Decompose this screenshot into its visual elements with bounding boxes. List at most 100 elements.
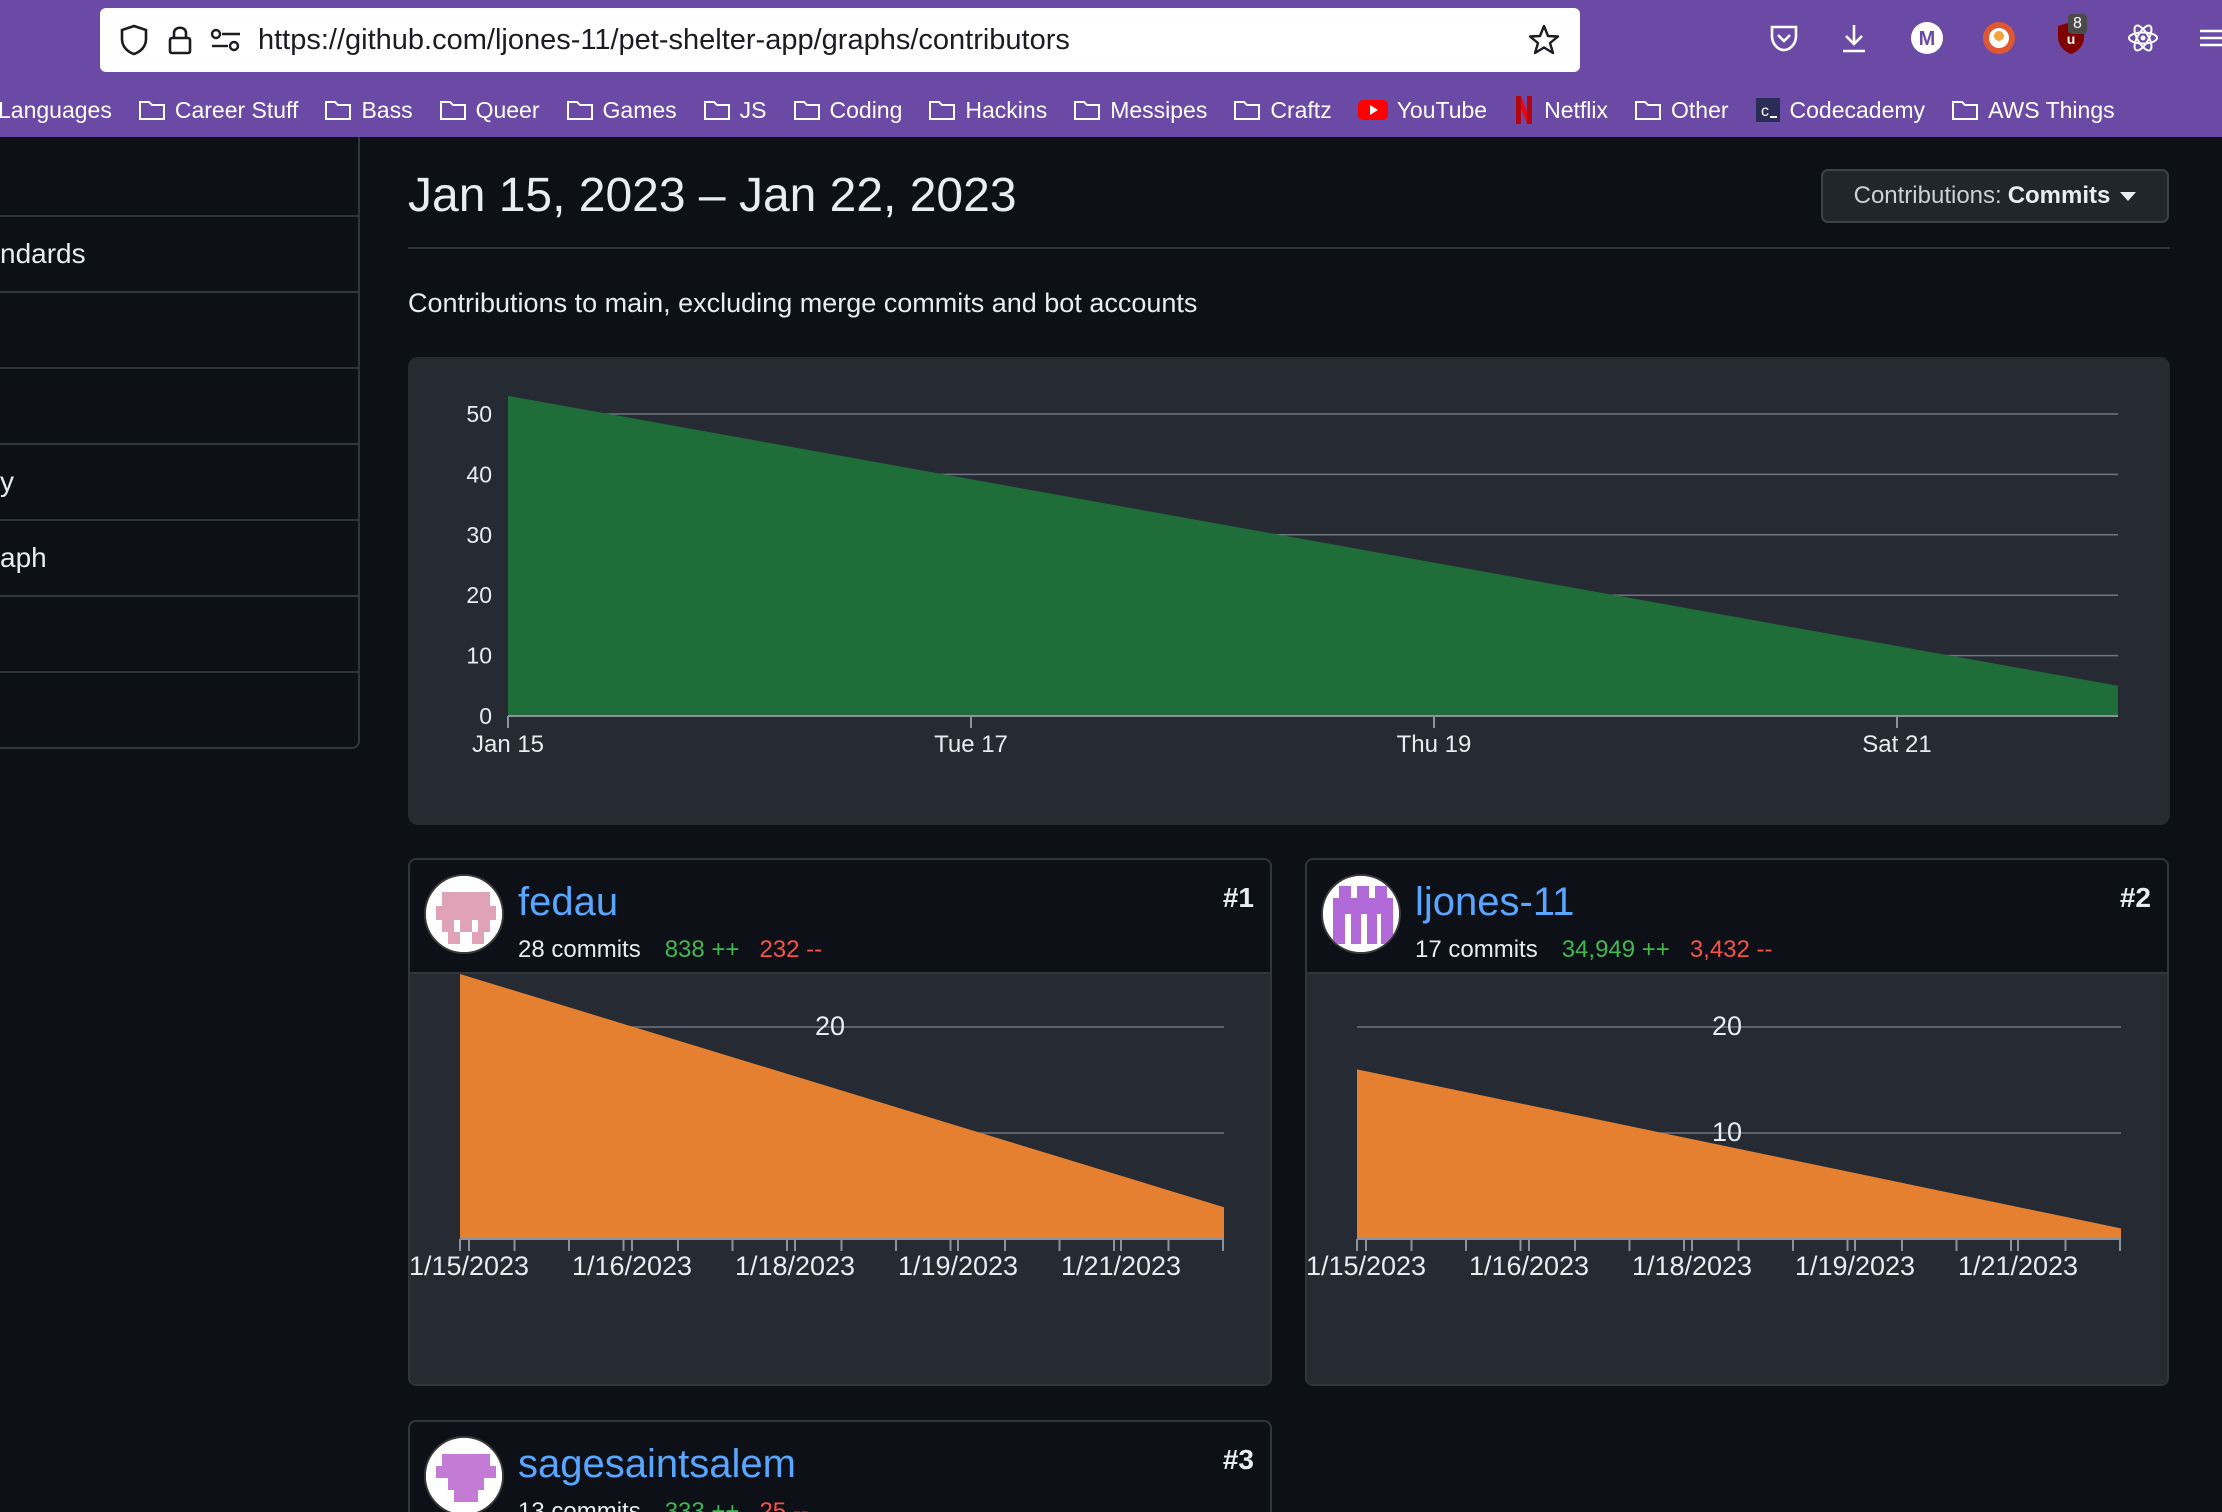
svg-text:c: c — [1761, 103, 1769, 120]
bookmark-folder[interactable]: Career Stuff — [138, 97, 298, 124]
avatar[interactable] — [424, 874, 504, 954]
bookmark-folder[interactable]: Other — [1634, 97, 1729, 124]
avatar[interactable] — [424, 1436, 504, 1512]
bookmark-folder[interactable]: Games — [566, 97, 677, 124]
deletions-count: 232 -- — [759, 936, 823, 963]
react-devtools-icon[interactable] — [2125, 20, 2161, 56]
permissions-icon[interactable] — [208, 22, 244, 58]
bookmark-label: Craftz — [1270, 96, 1332, 123]
bookmark-folder[interactable]: Craftz — [1233, 96, 1332, 124]
y-tick-label: 20 — [1712, 1011, 1742, 1041]
x-tick-label: 1/19/2023 — [1795, 1251, 1915, 1281]
url-text[interactable]: https://github.com/ljones-11/pet-shelter… — [258, 24, 1510, 57]
additions-count: 838 ++ — [664, 936, 740, 963]
youtube-icon — [1357, 100, 1388, 120]
commit-count-link[interactable]: 28 commits — [518, 936, 641, 963]
y-tick-label: 20 — [466, 582, 492, 608]
divider — [408, 247, 2170, 249]
bookmark-star-icon[interactable] — [1526, 22, 1562, 58]
bookmark-label: Bass — [361, 96, 413, 123]
bookmark-codecademy[interactable]: c Codecademy — [1755, 96, 1926, 124]
contributor-card: fedau 28 commits 838 ++ 232 -- #1 10201/15… — [408, 858, 1272, 1386]
x-tick-label: 1/21/2023 — [1958, 1251, 2078, 1281]
bookmark-youtube[interactable]: YouTube — [1357, 97, 1487, 124]
contributor-chart: 10201/15/20231/16/20231/18/20231/19/2023… — [1307, 974, 2167, 1384]
lock-icon[interactable] — [162, 22, 198, 58]
bookmark-folder[interactable]: Queer — [439, 97, 540, 124]
contributions-value: Commits — [2007, 182, 2111, 209]
extension-badge: 8 — [2068, 14, 2087, 34]
contributor-card-header: ljones-11 17 commits 34,949 ++ 3,432 -- #2 — [1307, 860, 2167, 974]
bookmark-folder[interactable]: Bass — [324, 96, 413, 124]
bookmark-folder[interactable]: AWS Things — [1951, 97, 2115, 124]
contributor-rank: #2 — [2119, 882, 2151, 913]
folder-icon — [439, 101, 466, 120]
sidebar-item[interactable] — [0, 367, 358, 443]
y-tick-label: 40 — [466, 461, 492, 487]
download-icon[interactable] — [1836, 20, 1872, 56]
y-tick-label: 30 — [466, 522, 492, 548]
contributor-chart: 10201/15/20231/16/20231/18/20231/19/2023… — [410, 974, 1270, 1384]
overall-chart-svg: 0 10 20 30 40 50 Jan 15 Tue 17 Thu 19 Sat 21 — [466, 395, 2118, 758]
sidebar-item[interactable] — [0, 671, 358, 747]
x-tick-label: 1/21/2023 — [1061, 1251, 1181, 1281]
area-series — [1357, 1069, 2121, 1239]
contributor-name-link[interactable]: ljones-11 — [1415, 880, 1574, 925]
additions-count: 333 ++ — [664, 1498, 740, 1512]
caret-down-icon — [2120, 191, 2137, 201]
sidebar-item[interactable] — [0, 291, 358, 367]
folder-icon — [929, 101, 956, 120]
codecademy-icon: c — [1755, 98, 1780, 122]
contributor-name-link[interactable]: sagesaintsalem — [518, 1442, 796, 1487]
sidebar-item[interactable] — [0, 137, 358, 215]
deletions-count: 3,432 -- — [1689, 936, 1773, 963]
bookmark-label: JS — [739, 96, 767, 123]
commit-count-link[interactable]: 17 commits — [1415, 936, 1538, 963]
contributor-stats: 13 commits 333 ++ 25 -- — [518, 1498, 809, 1512]
duckduckgo-icon[interactable] — [1981, 20, 2017, 56]
bookmark-folder[interactable]: Hackins — [928, 97, 1047, 124]
bookmark-folder[interactable]: Messipes — [1073, 97, 1207, 124]
bookmark-label: Coding — [829, 96, 903, 123]
contributions-dropdown-button[interactable]: Contributions: Commits — [1821, 169, 2169, 223]
bookmark-folder[interactable]: Coding — [793, 96, 903, 124]
svg-text:M: M — [1919, 28, 1936, 50]
shield-icon[interactable] — [116, 22, 152, 58]
bookmark-label: Codecademy — [1789, 96, 1926, 123]
bookmark-folder[interactable]: Languages — [0, 97, 112, 124]
x-tick-label: 1/15/2023 — [1307, 1251, 1426, 1281]
netflix-icon — [1516, 96, 1533, 124]
sidebar-item-code-frequency[interactable]: y — [0, 443, 358, 519]
browser-toolbar: https://github.com/ljones-11/pet-shelter… — [0, 0, 2222, 137]
contributor-card: sagesaintsalem 13 commits 333 ++ 25 -- #3 — [408, 1420, 1272, 1512]
extension-m-icon[interactable]: M — [1909, 20, 1945, 56]
url-bar[interactable]: https://github.com/ljones-11/pet-shelter… — [100, 8, 1580, 72]
bookmark-label: Hackins — [965, 96, 1048, 123]
sidebar-item-label: ndards — [0, 238, 86, 269]
pocket-icon[interactable] — [1766, 20, 1802, 56]
contributor-chart-svg: 10201/15/20231/16/20231/18/20231/19/2023… — [410, 974, 1224, 1281]
folder-icon — [703, 101, 730, 120]
sidebar-item[interactable] — [0, 595, 358, 671]
contributions-label: Contributions: — [1853, 182, 2002, 209]
menu-icon[interactable] — [2196, 20, 2222, 56]
sidebar-item-dependency-graph[interactable]: aph — [0, 519, 358, 595]
bookmark-folder[interactable]: JS — [703, 97, 767, 124]
bookmark-label: Queer — [475, 96, 540, 123]
bookmark-netflix[interactable]: Netflix — [1513, 95, 1608, 125]
folder-icon — [1074, 101, 1101, 120]
contributor-rank: #1 — [1222, 882, 1254, 913]
sidebar-item-community-standards[interactable]: ndards — [0, 215, 358, 291]
bookmark-label: Other — [1671, 96, 1729, 123]
y-tick-label: 50 — [466, 401, 492, 427]
sidebar-item-label: y — [0, 466, 14, 497]
x-tick-label: Sat 21 — [1862, 731, 1931, 758]
overall-contributions-chart: 0 10 20 30 40 50 Jan 15 Tue 17 Thu 19 Sat 21 — [408, 357, 2170, 825]
commit-count-link[interactable]: 13 commits — [518, 1498, 641, 1512]
x-tick-label: 1/16/2023 — [572, 1251, 692, 1281]
contributor-card: ljones-11 17 commits 34,949 ++ 3,432 -- #2… — [1305, 858, 2169, 1386]
bookmark-label: Netflix — [1544, 96, 1608, 123]
date-range-title: Jan 15, 2023 – Jan 22, 2023 — [408, 169, 1017, 222]
contributor-name-link[interactable]: fedau — [518, 880, 618, 925]
avatar[interactable] — [1321, 874, 1401, 954]
